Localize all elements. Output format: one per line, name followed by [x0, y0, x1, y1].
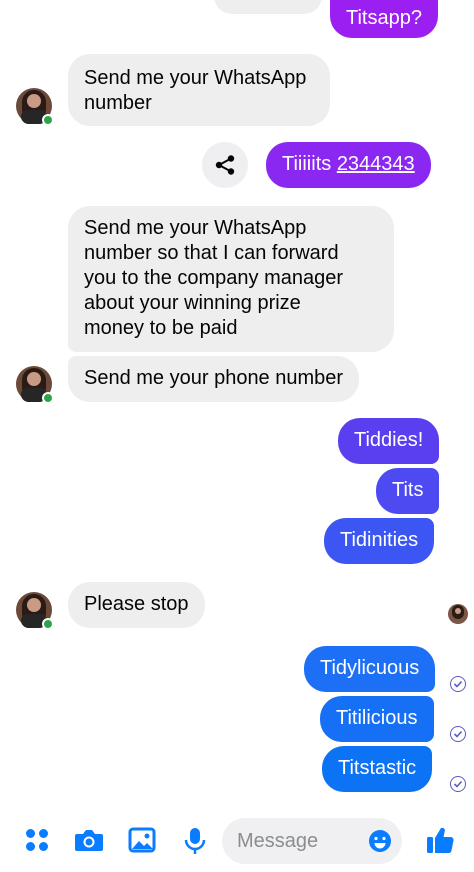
incoming-message[interactable]: Send me your WhatsApp number so that I c…	[68, 206, 394, 352]
read-receipt-avatar	[448, 604, 468, 624]
incoming-message-partial[interactable]	[214, 0, 322, 14]
incoming-message[interactable]: Send me your phone number	[68, 356, 360, 402]
seen-check-icon	[450, 776, 466, 792]
outgoing-message[interactable]: Tidylicuous	[304, 646, 436, 692]
contact-avatar[interactable]	[16, 366, 54, 404]
contact-avatar[interactable]	[16, 592, 54, 630]
online-indicator	[42, 114, 54, 126]
seen-check-icon	[450, 726, 466, 742]
online-indicator	[42, 618, 54, 630]
outgoing-message[interactable]: Titilicious	[320, 696, 434, 742]
outgoing-message[interactable]: Tiddies!	[338, 418, 440, 464]
online-indicator	[42, 392, 54, 404]
message-thread[interactable]: Titsapp? Send me your WhatsApp number Ti…	[0, 0, 474, 810]
outgoing-message[interactable]: Tiiiiits 2344343	[266, 142, 431, 188]
seen-check-icon	[450, 676, 466, 692]
message-text: Tidylicuous	[320, 657, 420, 679]
share-icon	[215, 155, 235, 175]
incoming-message[interactable]: Send me your WhatsApp number	[68, 54, 330, 126]
outgoing-message[interactable]: Tits	[376, 468, 440, 514]
message-text: Tiiiiits	[282, 153, 337, 175]
message-text-line: number so that I can forward	[84, 242, 339, 264]
phone-number-link[interactable]: 2344343	[337, 153, 415, 175]
apps-icon[interactable]	[24, 827, 50, 853]
outgoing-message[interactable]: Tidinities	[324, 518, 435, 564]
message-text: Please stop	[84, 593, 189, 615]
message-text: Tidinities	[340, 529, 419, 551]
message-text-line: Send me your WhatsApp	[84, 217, 307, 239]
outgoing-message[interactable]: Titstastic	[322, 746, 433, 792]
message-text-line: you to the company manager	[84, 267, 344, 289]
message-text-line: about your winning prize	[84, 292, 301, 314]
message-text-line: Send me your WhatsApp	[84, 67, 307, 89]
thumbs-up-icon[interactable]	[426, 825, 454, 855]
message-text: Titstastic	[338, 757, 417, 779]
incoming-message[interactable]: Please stop	[68, 582, 205, 628]
message-text-line: money to be paid	[84, 317, 238, 339]
outgoing-message[interactable]: Titsapp?	[330, 0, 438, 38]
composer-bar: Message	[0, 810, 474, 872]
message-text: Titilicious	[336, 707, 418, 729]
emoji-icon[interactable]	[368, 829, 392, 853]
message-placeholder: Message	[237, 830, 319, 852]
message-text: Tiddies!	[354, 429, 424, 451]
message-text: Send me your phone number	[84, 367, 344, 389]
message-text: Tits	[392, 479, 424, 501]
microphone-icon[interactable]	[184, 827, 206, 855]
message-text-line: number	[84, 92, 152, 114]
camera-icon[interactable]	[74, 827, 104, 853]
share-button[interactable]	[202, 142, 248, 188]
message-input[interactable]: Message	[222, 818, 402, 864]
contact-avatar[interactable]	[16, 88, 54, 126]
message-text: Titsapp?	[346, 7, 422, 29]
gallery-icon[interactable]	[128, 827, 156, 853]
